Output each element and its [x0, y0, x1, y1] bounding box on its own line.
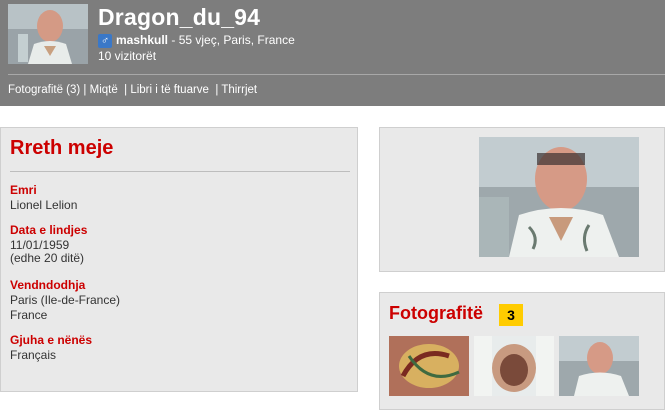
- nav-friends[interactable]: Miqtë: [90, 84, 118, 96]
- male-symbol-icon: ♂: [98, 33, 112, 48]
- photo-count-badge: 3: [499, 304, 523, 326]
- main-photo-panel: [379, 127, 665, 272]
- photo-gallery: Fotografitë 3: [379, 292, 665, 410]
- main-photo[interactable]: [479, 137, 639, 257]
- nav-photos[interactable]: Fotografitë (3): [8, 84, 80, 96]
- about-panel: Rreth meje Emri Lionel Lelion Data e lin…: [0, 127, 358, 392]
- visitor-count: 10 vizitorët: [98, 49, 157, 63]
- header-divider: [8, 74, 665, 75]
- gender-label: mashkull: [116, 33, 169, 47]
- birthdate-note: (edhe 20 ditë): [10, 251, 85, 265]
- name-label: Emri: [10, 183, 37, 197]
- about-title: Rreth meje: [10, 137, 114, 159]
- nav-calls[interactable]: Thirrjet: [221, 84, 257, 96]
- age-location: - 55 vjeç, Paris, France: [168, 33, 295, 47]
- profile-nav: Fotografitë (3) | Miqtë | Libri i të ftu…: [8, 84, 258, 96]
- location-value: Paris (Ile-de-France): [10, 293, 121, 307]
- location-country: France: [10, 308, 48, 322]
- location-label: Vendndodhja: [10, 278, 86, 292]
- profile-meta: ♂ mashkull - 55 vjeç, Paris, France: [98, 33, 295, 48]
- photo-thumbnail[interactable]: [389, 336, 469, 396]
- avatar[interactable]: [8, 4, 88, 64]
- gallery-title: Fotografitë: [389, 303, 483, 323]
- username: Dragon_du_94: [98, 4, 261, 30]
- name-value: Lionel Lelion: [10, 198, 78, 212]
- about-divider: [10, 171, 350, 172]
- birthdate-label: Data e lindjes: [10, 223, 88, 237]
- profile-header: Dragon_du_94 ♂ mashkull - 55 vjeç, Paris,…: [0, 0, 665, 106]
- nav-guestbook[interactable]: Libri i të ftuarve: [130, 84, 209, 96]
- photo-thumbnail[interactable]: [474, 336, 554, 396]
- language-label: Gjuha e nënës: [10, 333, 93, 347]
- language-value: Français: [10, 348, 57, 362]
- photo-thumbnail[interactable]: [559, 336, 639, 396]
